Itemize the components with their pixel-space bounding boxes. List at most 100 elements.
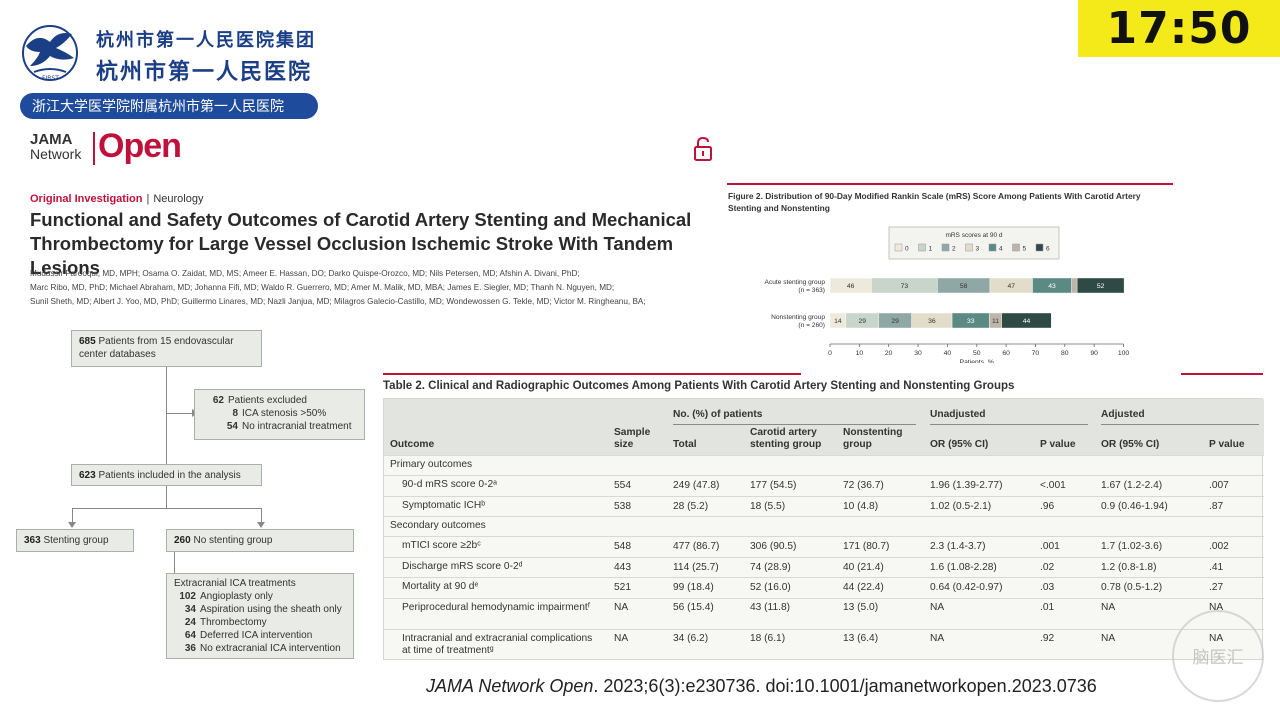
hospital-name: 杭州市第一人民医院 — [96, 59, 313, 85]
flow-label: ICA stenosis >50% — [242, 408, 327, 419]
flow-box-excluded: 62 Patients excluded 8 ICA stenosis >50% 5… — [194, 389, 365, 440]
figure-2-mrs-chart: Figure 2. Distribution of 90-Day Modifie… — [727, 183, 1175, 363]
category-sublabel: (n = 363) — [798, 287, 825, 294]
legend-swatch — [988, 243, 997, 252]
group-header: Adjusted — [1101, 409, 1145, 420]
x-tick-label: 40 — [944, 350, 952, 357]
group-header: Unadjusted — [930, 409, 986, 420]
table-title: Table 2. Clinical and Radiographic Outco… — [383, 380, 1015, 392]
column-header: OR (95% CI) — [1101, 439, 1160, 450]
outcome-cell: Intracranial and extracranial complicati… — [402, 632, 593, 656]
value-cell: 34 (6.2) — [673, 632, 709, 644]
citation: JAMA Network Open. 2023;6(3):e230736. do… — [426, 676, 1097, 697]
flow-label: No intracranial treatment — [242, 421, 352, 432]
value-cell: 306 (90.5) — [750, 541, 797, 552]
flow-label: Patients excluded — [228, 395, 307, 406]
value-cell: 477 (86.7) — [673, 541, 720, 552]
bar-data-label: 14 — [834, 318, 842, 325]
flow-box-included: 623 Patients included in the analysis — [71, 464, 262, 486]
author-line: Mudassir Farooqui, MD, MPH; Osama O. Zai… — [30, 269, 580, 278]
table-section-row — [384, 516, 1264, 536]
outcomes-table: No. (%) of patients Unadjusted Adjusted Out… — [383, 398, 1264, 660]
legend-swatch — [1035, 243, 1044, 252]
table-section-row — [384, 455, 1264, 475]
watermark-logo: 脑医汇 — [1172, 610, 1264, 702]
value-cell: NA — [1101, 632, 1116, 644]
value-cell: 0.64 (0.42-0.97) — [930, 582, 1003, 593]
legend-label: 5 — [1023, 246, 1027, 253]
flow-count: 24 — [184, 617, 196, 628]
value-cell: .01 — [1040, 601, 1055, 613]
legend-label: 3 — [976, 246, 980, 253]
table-rule-right — [1181, 373, 1263, 375]
value-cell: 177 (54.5) — [750, 480, 797, 491]
open-access-lock-icon — [694, 136, 712, 161]
flow-box-nostenting: 260 No stenting group — [166, 529, 354, 552]
value-cell: 548 — [614, 541, 631, 552]
flow-box-stenting: 363 Stenting group — [16, 529, 134, 552]
figure-title: Figure 2. Distribution of 90-Day Modifie… — [728, 191, 1141, 213]
flow-count: 102 — [179, 591, 196, 602]
citation-details: . 2023;6(3):e230736. doi:10.1001/jamanet… — [593, 676, 1097, 696]
bar-data-label: 73 — [901, 283, 909, 290]
hospital-group-name: 杭州市第一人民医院集团 — [96, 30, 316, 51]
value-cell: 40 (21.4) — [843, 561, 884, 573]
flow-connector — [72, 508, 73, 522]
legend-swatch — [894, 243, 903, 252]
flow-count: 64 — [184, 630, 196, 641]
flow-label: Thrombectomy — [200, 617, 267, 628]
x-axis-label: Patients, % — [960, 359, 994, 363]
flow-label: No stenting group — [193, 535, 273, 546]
value-cell: .41 — [1209, 561, 1224, 573]
column-header: OR (95% CI) — [930, 439, 989, 450]
table-rule-left — [383, 373, 801, 375]
jama-logo-open: Open — [98, 127, 182, 165]
flow-label: No extracranial ICA intervention — [200, 643, 341, 654]
x-tick-label: 10 — [856, 350, 864, 357]
flow-label: Patients included in the analysis — [98, 470, 241, 481]
value-cell: 74 (28.9) — [750, 561, 791, 573]
bar-data-label: 58 — [960, 283, 968, 290]
value-cell: .001 — [1040, 541, 1060, 552]
author-line: Sunil Sheth, MD; Albert J. Yoo, MD, PhD;… — [30, 297, 646, 306]
value-cell: 44 (22.4) — [843, 582, 884, 593]
value-cell: 1.02 (0.5-2.1) — [930, 500, 992, 512]
flow-box-treatments: Extracranial ICA treatments 102 Angioplas… — [166, 573, 354, 659]
flow-connector — [261, 508, 262, 522]
flow-label: Angioplasty only — [200, 591, 273, 602]
group-header-rule — [1101, 424, 1259, 425]
column-header: P value — [1209, 439, 1245, 450]
patient-flowchart: 685 Patients from 15 endovascular center… — [10, 316, 375, 661]
value-cell: 1.6 (1.08-2.28) — [930, 561, 997, 573]
column-header: Carotid artery stenting group — [750, 427, 822, 450]
x-tick-label: 100 — [1118, 350, 1130, 357]
value-cell: 13 (5.0) — [843, 601, 879, 613]
bar-data-label: 11 — [992, 318, 999, 325]
outcome-cell: Discharge mRS score 0-2ᵈ — [402, 560, 523, 572]
category-primary: Original Investigation — [30, 193, 143, 205]
section-label: Secondary outcomes — [390, 520, 486, 531]
legend-swatch — [918, 243, 926, 252]
flow-label: Deferred ICA intervention — [200, 630, 313, 641]
value-cell: NA — [930, 601, 945, 613]
value-cell: 72 (36.7) — [843, 480, 884, 491]
flow-label: Stenting group — [43, 535, 109, 546]
value-cell: 171 (80.7) — [843, 541, 890, 552]
value-cell: 521 — [614, 582, 631, 593]
column-header: P value — [1040, 439, 1076, 450]
flow-connector — [166, 367, 167, 470]
flow-arrow — [257, 522, 265, 528]
flow-count: 623 — [79, 470, 96, 481]
value-cell: <.001 — [1040, 480, 1066, 491]
category-label: Acute stenting group — [765, 279, 826, 286]
timer-display: 17:50 — [1078, 0, 1280, 57]
value-cell: 18 (5.5) — [750, 500, 786, 512]
outcome-cell: Periprocedural hemodynamic impairmentᶠ — [402, 601, 591, 613]
value-cell: .27 — [1209, 582, 1224, 593]
flow-count: 260 — [174, 535, 191, 546]
value-cell: 443 — [614, 561, 631, 573]
legend-label: 6 — [1046, 246, 1050, 253]
value-cell: 1.67 (1.2-2.4) — [1101, 480, 1163, 491]
legend-swatch — [965, 243, 973, 252]
value-cell: 249 (47.8) — [673, 480, 720, 491]
